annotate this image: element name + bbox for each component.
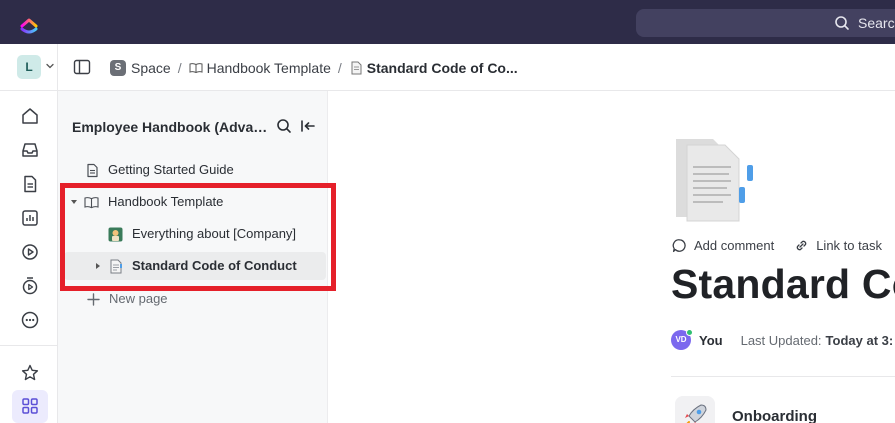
left-rail	[0, 91, 58, 423]
space-badge: S	[110, 60, 126, 76]
docs-icon[interactable]	[20, 174, 40, 194]
clips-icon[interactable]	[20, 242, 40, 262]
plus-icon	[87, 293, 100, 306]
sidebar-toggle-icon[interactable]	[73, 58, 91, 76]
clickup-logo-icon[interactable]	[18, 12, 40, 34]
collapse-sidebar-icon[interactable]	[300, 118, 316, 134]
sidebar-item-label: Getting Started Guide	[108, 162, 234, 177]
document-content: Add comment Link to task Standard Code o…	[329, 91, 895, 423]
breadcrumb-current[interactable]: Standard Code of Co...	[367, 60, 518, 76]
link-icon	[796, 240, 807, 250]
avatar-initials: VD	[675, 335, 687, 344]
book-icon	[189, 63, 203, 74]
more-icon[interactable]	[20, 310, 40, 330]
annotation-highlight-box	[60, 183, 336, 291]
sidebar-title[interactable]: Employee Handbook (Advanc...	[72, 119, 274, 135]
doc-icon	[87, 163, 98, 178]
search-icon	[835, 16, 849, 30]
breadcrumb-separator: /	[177, 60, 182, 76]
subpage-link-onboarding[interactable]: Onboarding	[732, 408, 817, 423]
dashboards-icon[interactable]	[20, 208, 40, 228]
page-title[interactable]: Standard Code of Conduct	[671, 261, 895, 308]
breadcrumb: S Space / Handbook Template / Standard C…	[110, 58, 518, 78]
avatar[interactable]: VD	[671, 329, 693, 350]
sidebar-item-label: New page	[109, 291, 168, 306]
online-status-dot	[686, 329, 693, 336]
last-updated-value: Today at 3:	[825, 332, 894, 348]
sidebar-item-getting-started[interactable]: Getting Started Guide	[64, 156, 326, 184]
document-actions: Add comment Link to task	[672, 236, 882, 254]
page-header: L S Space / Handbook Template / Standard…	[0, 44, 895, 91]
comment-icon	[672, 238, 686, 252]
page-icon	[351, 61, 362, 75]
workspace-avatar[interactable]: L	[17, 55, 41, 79]
chevron-down-icon[interactable]	[45, 61, 55, 71]
rail-divider	[0, 345, 58, 346]
document-cover-icon	[676, 139, 753, 222]
rocket-icon	[675, 396, 715, 423]
document-meta: VD You Last Updated: Today at 3:	[671, 329, 893, 351]
search-bar[interactable]: Search	[636, 9, 895, 37]
inbox-icon[interactable]	[20, 140, 40, 160]
header-divider	[57, 44, 58, 91]
add-comment-button[interactable]: Add comment	[694, 238, 774, 253]
breadcrumb-handbook[interactable]: Handbook Template	[207, 60, 331, 76]
search-icon[interactable]	[276, 118, 292, 134]
link-to-task-button[interactable]: Link to task	[816, 238, 882, 253]
content-divider	[671, 376, 895, 377]
breadcrumb-space[interactable]: Space	[131, 60, 171, 76]
spaces-icon[interactable]	[20, 396, 40, 416]
last-updated-label: Last Updated:	[740, 332, 822, 348]
search-label: Search	[858, 15, 895, 31]
author-name[interactable]: You	[699, 333, 723, 348]
favorites-icon[interactable]	[20, 363, 40, 383]
timesheet-icon[interactable]	[20, 276, 40, 296]
breadcrumb-separator: /	[337, 60, 342, 76]
top-bar: Search	[0, 0, 895, 44]
home-icon[interactable]	[20, 106, 40, 126]
